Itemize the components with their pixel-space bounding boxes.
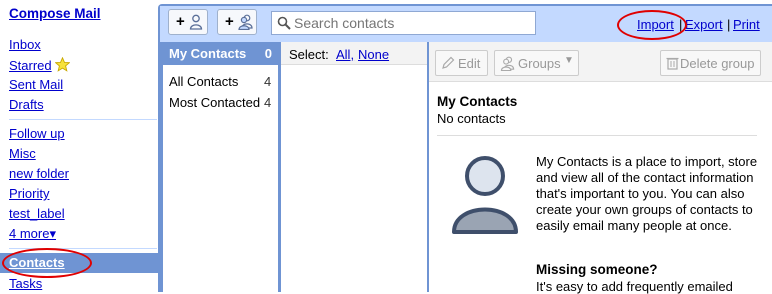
delete-group-label: Delete group xyxy=(680,56,755,71)
print-link[interactable]: Print xyxy=(733,17,760,32)
label-priority[interactable]: Priority xyxy=(9,186,49,202)
select-none-link[interactable]: None xyxy=(358,47,389,62)
import-highlight-oval xyxy=(617,10,687,40)
contact-list xyxy=(281,42,427,292)
nav-drafts[interactable]: Drafts xyxy=(9,97,44,113)
star-icon xyxy=(54,56,71,76)
nav-tasks[interactable]: Tasks xyxy=(9,276,42,292)
nav-starred[interactable]: Starred xyxy=(9,56,71,76)
group-all-contacts-count: 4 xyxy=(264,74,272,89)
select-all-link[interactable]: All, xyxy=(336,47,354,62)
contact-list-header: Select: All, None xyxy=(281,42,427,65)
group-most-contacted[interactable]: Most Contacted xyxy=(169,95,260,110)
groups-button-label: Groups xyxy=(518,56,561,71)
label-test-label[interactable]: test_label xyxy=(9,206,65,222)
left-navigation: Compose Mail Inbox Starred Sent Mail Dra… xyxy=(0,0,158,292)
group-my-contacts-label: My Contacts xyxy=(169,46,247,61)
search-icon xyxy=(277,16,291,30)
link-separator: | xyxy=(727,17,731,32)
search-contacts-box[interactable] xyxy=(271,11,536,35)
intro-text: My Contacts is a place to import, store … xyxy=(536,154,758,233)
add-group-button[interactable]: + xyxy=(217,9,257,35)
person-icon xyxy=(189,14,203,30)
nav-sent-mail[interactable]: Sent Mail xyxy=(9,77,63,93)
pencil-icon xyxy=(442,56,455,69)
missing-someone-heading: Missing someone? xyxy=(536,262,658,277)
nav-inbox[interactable]: Inbox xyxy=(9,37,41,53)
group-my-contacts-count: 0 xyxy=(264,46,272,61)
trash-icon xyxy=(666,57,679,70)
detail-title: My Contacts xyxy=(437,94,518,109)
more-labels-link[interactable]: 4 more▾ xyxy=(9,226,56,242)
label-misc[interactable]: Misc xyxy=(9,146,36,162)
export-link[interactable]: Export xyxy=(685,17,723,32)
group-my-contacts-selected[interactable]: My Contacts 0 xyxy=(163,42,278,65)
select-label: Select: xyxy=(289,47,329,62)
plus-icon: + xyxy=(225,13,234,30)
compose-mail-link[interactable]: Compose Mail xyxy=(9,6,101,21)
label-new-folder[interactable]: new folder xyxy=(9,166,69,182)
search-input[interactable] xyxy=(294,14,530,32)
nav-starred-label[interactable]: Starred xyxy=(9,58,52,73)
group-icon xyxy=(500,56,515,71)
contacts-highlight-oval xyxy=(2,248,92,278)
person-silhouette-icon xyxy=(450,155,520,238)
detail-subtitle: No contacts xyxy=(437,111,506,126)
detail-divider xyxy=(437,135,757,136)
plus-icon: + xyxy=(176,13,185,30)
groups-dropdown-button[interactable]: Groups ▼ xyxy=(494,50,579,76)
group-icon xyxy=(238,14,253,30)
group-all-contacts[interactable]: All Contacts xyxy=(169,74,238,89)
delete-group-button[interactable]: Delete group xyxy=(660,50,761,76)
edit-button-label: Edit xyxy=(458,56,481,71)
edit-button[interactable]: Edit xyxy=(435,50,488,76)
chevron-down-icon: ▼ xyxy=(564,55,574,66)
group-most-contacted-count: 4 xyxy=(264,95,272,110)
nav-divider xyxy=(9,119,157,120)
add-contact-button[interactable]: + xyxy=(168,9,208,35)
label-follow-up[interactable]: Follow up xyxy=(9,126,65,142)
